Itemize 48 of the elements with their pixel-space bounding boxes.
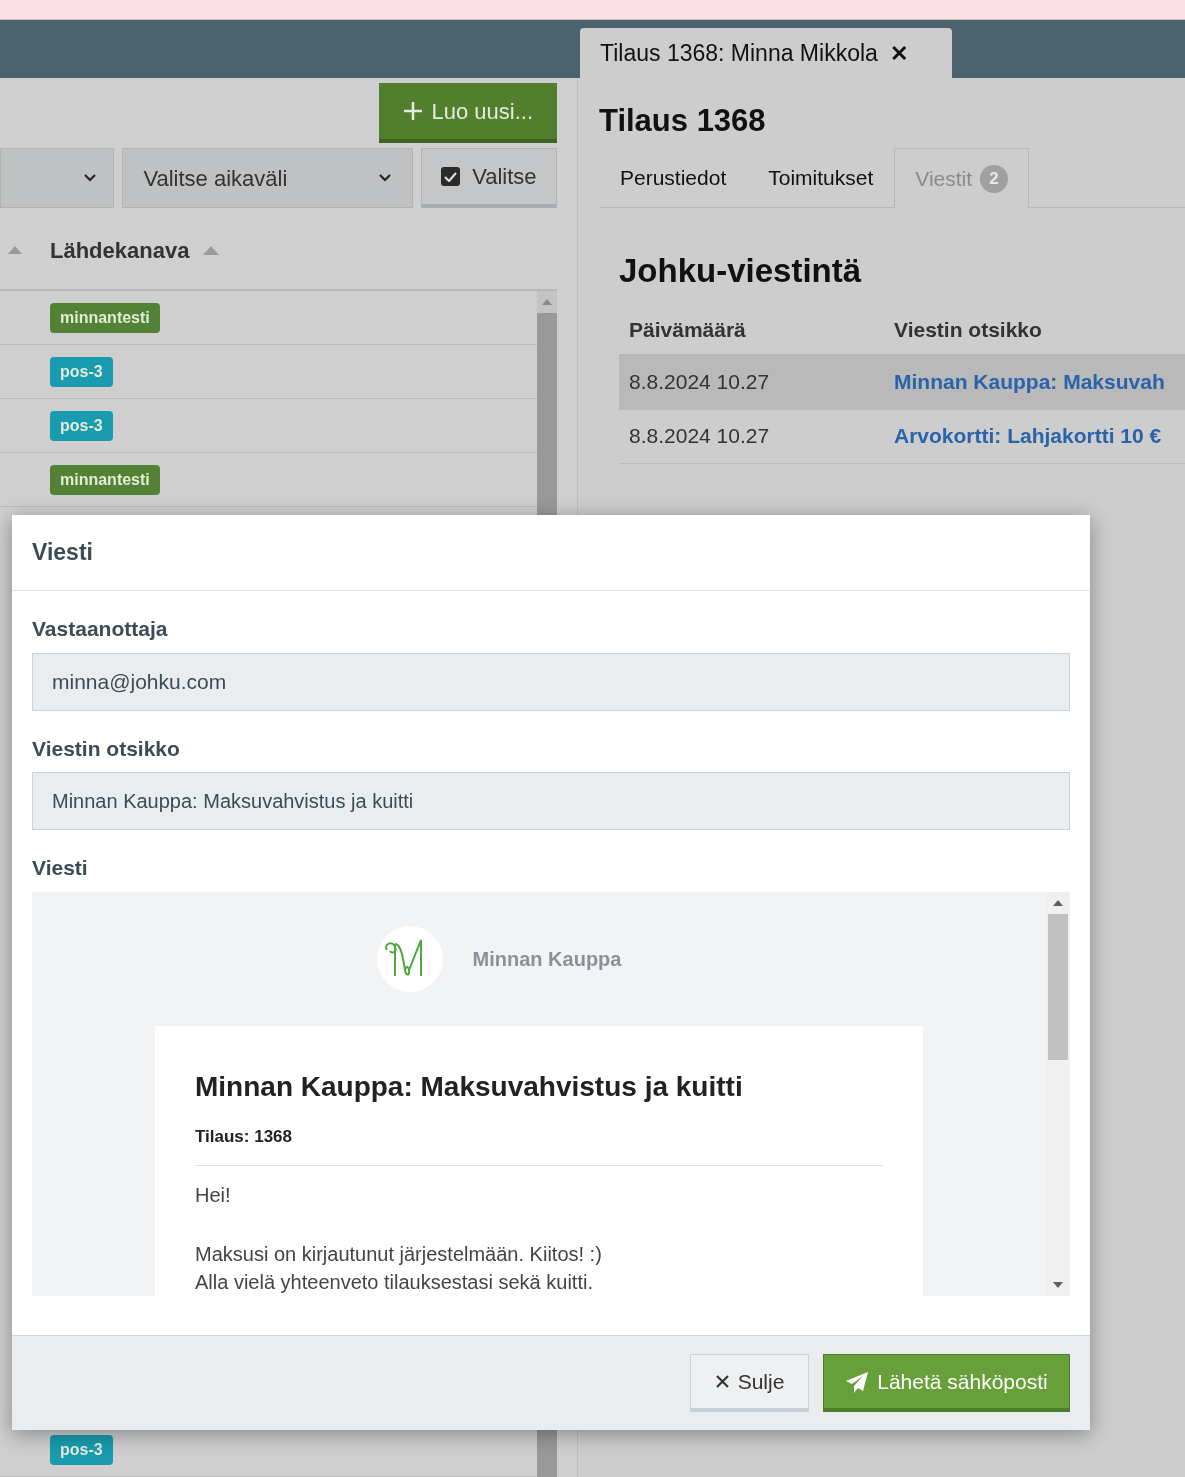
field-label: Vastaanottaja <box>32 616 169 642</box>
field-label: Viestin otsikko <box>32 735 181 762</box>
select-button[interactable]: Valitse <box>420 148 557 208</box>
date-cell-text: 8.8.2024 10.27 <box>628 369 771 396</box>
order-tab[interactable]: Tilaus 1368: Minna Mikkola ✕ <box>580 28 952 78</box>
section-title: Johku-viestintä <box>619 251 863 291</box>
date-range-dropdown[interactable]: Valitse aikaväli <box>122 148 413 208</box>
channel-tag: pos-3 <box>50 410 113 441</box>
count-badge: 2 <box>980 165 1009 193</box>
close-icon <box>714 1374 730 1389</box>
paper-plane-icon <box>845 1370 870 1393</box>
message-row[interactable]: 8.8.2024 10.27 Minnan Kauppa: Maksuvah <box>619 355 1185 410</box>
scrollbar[interactable] <box>1046 891 1070 1296</box>
chevron-down-icon <box>377 173 392 183</box>
create-new-button[interactable]: Luo uusi... <box>379 83 557 143</box>
shop-logo-icon <box>376 925 443 992</box>
email-paragraph: Maksusi on kirjautunut järjestelmään. Kiitos! :) Alla vielä yhteenveto tilauksestasi sekä kuitti. <box>195 1242 603 1295</box>
sort-arrow-icon <box>203 245 220 255</box>
order-tab-label: Tilaus 1368: Minna Mikkola <box>600 38 878 68</box>
shop-name: Minnan Kauppa <box>472 946 622 972</box>
email-heading: Minnan Kauppa: Maksuvahvistus ja kuitti <box>195 1069 744 1104</box>
channel-tag: minnantesti <box>50 302 160 333</box>
subject-field[interactable]: Minnan Kauppa: Maksuvahvistus ja kuitti <box>32 772 1070 830</box>
email-greeting: Hei! <box>195 1183 232 1208</box>
close-button[interactable]: Sulje <box>690 1354 809 1412</box>
tab[interactable]: Perustiedot <box>599 148 748 208</box>
channel-tag: minnantesti <box>50 464 160 495</box>
column-header[interactable]: Lähdekanava <box>50 233 190 267</box>
channel-tag: pos-3 <box>50 1434 113 1465</box>
scrollbar-thumb[interactable] <box>1048 913 1068 1060</box>
email-order-number: Tilaus: 1368 <box>195 1125 294 1148</box>
chevron-down-icon <box>83 173 98 183</box>
subject-link[interactable]: Arvokortti: Lahjakortti 10 € <box>894 420 1162 452</box>
scroll-up-icon[interactable] <box>1053 899 1063 906</box>
column-header: Viestin otsikko <box>894 316 1042 343</box>
filter-dropdown[interactable] <box>0 148 115 208</box>
tab[interactable]: Toimitukset <box>747 148 895 208</box>
column-header: Päivämäärä <box>628 316 747 343</box>
order-title: Tilaus 1368 <box>599 102 767 138</box>
sort-arrow-icon <box>8 246 22 254</box>
field-label: Viesti <box>32 855 89 881</box>
close-icon[interactable]: ✕ <box>889 36 908 70</box>
dialog-title: Viesti <box>32 538 93 568</box>
recipient-field[interactable]: minna@johku.com <box>32 652 1070 711</box>
plus-icon <box>403 101 424 121</box>
date-cell-text: 8.8.2024 10.27 <box>628 423 771 450</box>
channel-tag: pos-3 <box>50 356 113 387</box>
scroll-down-icon[interactable] <box>1053 1281 1063 1288</box>
